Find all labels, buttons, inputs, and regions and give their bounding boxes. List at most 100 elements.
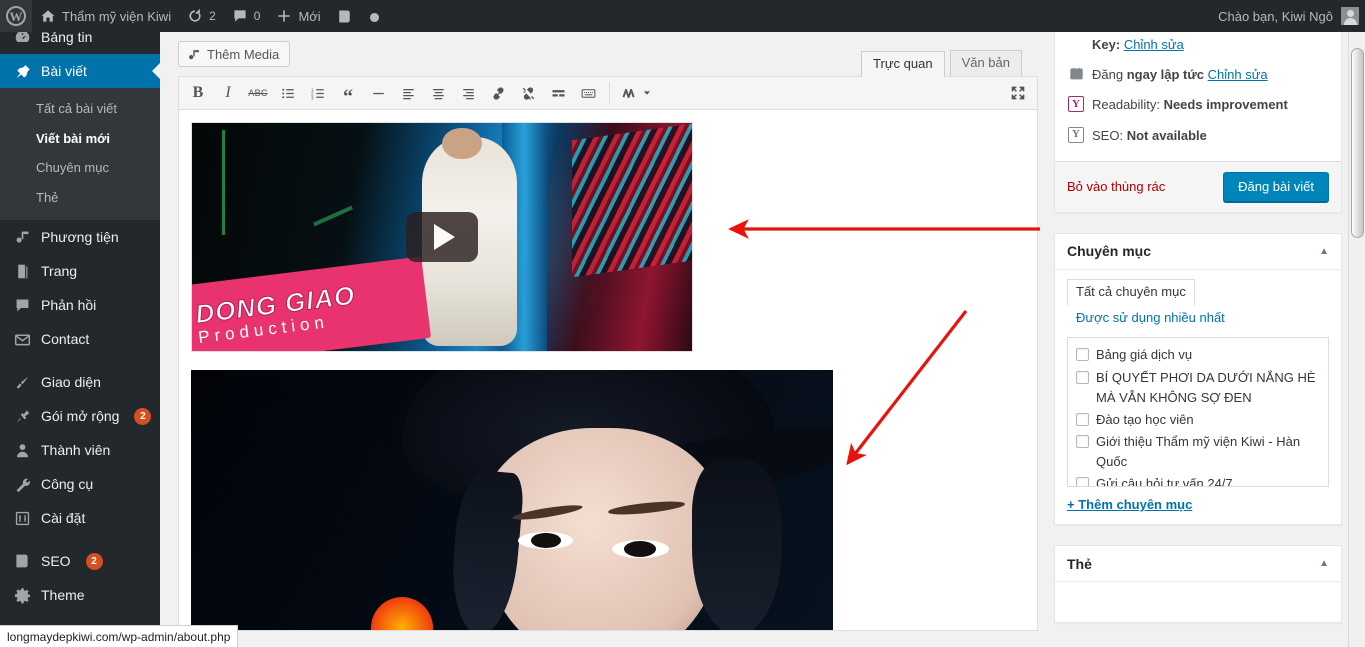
new-label: Mới <box>298 8 321 24</box>
checkbox-icon[interactable] <box>1076 370 1089 384</box>
editor-content-body[interactable]: DONG GIAO Production <box>179 110 1037 630</box>
chevron-up-icon[interactable]: ▲ <box>1319 558 1329 569</box>
checkbox-icon[interactable] <box>1076 348 1089 362</box>
sidebar-item-dashboard[interactable]: Bảng tin <box>0 32 160 54</box>
category-item[interactable]: Đào tạo học viên <box>1076 409 1320 431</box>
add-new-category-link[interactable]: + Thêm chuyên mục <box>1067 497 1192 512</box>
checkbox-icon[interactable] <box>1076 412 1089 426</box>
sidebar-item-pages[interactable]: Trang <box>0 254 160 288</box>
chevron-up-icon[interactable]: ▲ <box>1319 246 1329 257</box>
media-icon <box>12 229 32 246</box>
post-editor-column: Thêm Media Trực quan Văn bản B I ABC 1 2… <box>178 32 1038 631</box>
numbered-list-icon[interactable]: 123 <box>303 79 333 107</box>
sidebar-item-settings[interactable]: Cài đặt <box>0 501 160 535</box>
checkbox-icon[interactable] <box>1076 477 1089 487</box>
strikethrough-icon[interactable]: ABC <box>243 79 273 107</box>
page-scrollbar-thumb[interactable] <box>1351 48 1364 238</box>
publish-actions: Bỏ vào thùng rác Đăng bài viết <box>1055 160 1341 212</box>
link-icon[interactable] <box>483 79 513 107</box>
categories-box-header[interactable]: Chuyên mục ▲ <box>1055 234 1341 270</box>
sidebar-item-theme[interactable]: Theme <box>0 578 160 612</box>
add-media-button[interactable]: Thêm Media <box>178 41 291 67</box>
unlink-icon[interactable] <box>513 79 543 107</box>
sidebar-subitem-categories[interactable]: Chuyên mục <box>0 153 160 183</box>
editor-mode-tabs: Trực quan Văn bản <box>856 50 1022 77</box>
updates-menu[interactable]: 2 <box>179 0 224 32</box>
editor-wrapper: B I ABC 123 “ DONG GIAO Production <box>178 76 1038 631</box>
account-menu[interactable]: Chào bạn, Kiwi Ngô <box>1218 0 1365 32</box>
visibility-edit-link[interactable]: Chỉnh sửa <box>1124 37 1184 52</box>
play-button-icon[interactable] <box>406 212 478 262</box>
status-circle-menu[interactable] <box>360 0 389 32</box>
settings-sliders-icon <box>12 510 32 527</box>
video-watermark: DONG GIAO Production <box>192 256 432 351</box>
toolbar-toggle-icon[interactable] <box>616 79 656 107</box>
italic-icon[interactable]: I <box>213 79 243 107</box>
tab-most-used[interactable]: Được sử dụng nhiều nhất <box>1067 305 1234 332</box>
sidebar-item-contact[interactable]: Contact <box>0 322 160 356</box>
sidebar-subitem-all-posts[interactable]: Tất cả bài viết <box>0 94 160 124</box>
tab-visual[interactable]: Trực quan <box>861 51 945 77</box>
sidebar-subitem-tags[interactable]: Thẻ <box>0 183 160 213</box>
sidebar-item-users[interactable]: Thành viên <box>0 433 160 467</box>
sidebar-item-media[interactable]: Phương tiện <box>0 220 160 254</box>
sidebar-item-appearance[interactable]: Giao diện <box>0 365 160 399</box>
admin-sidebar-menu: Bảng tin Bài viết Tất cả bài viết Viết b… <box>0 32 160 647</box>
sidebar-item-seo[interactable]: SEO 2 <box>0 544 160 578</box>
site-name-menu[interactable]: Thẩm mỹ viện Kiwi <box>32 0 179 32</box>
category-item[interactable]: Giới thiệu Thẩm mỹ viện Kiwi - Hàn Quốc <box>1076 431 1320 473</box>
wordpress-logo-icon[interactable]: W <box>0 0 32 32</box>
tags-box-header[interactable]: Thẻ ▲ <box>1055 546 1341 583</box>
sidebar-item-comments[interactable]: Phản hồi <box>0 288 160 322</box>
new-content-menu[interactable]: Mới <box>268 0 328 32</box>
categories-checklist[interactable]: Bảng giá dịch vụ BÍ QUYẾT PHƠI DA DƯỚI N… <box>1067 337 1329 488</box>
category-item[interactable]: BÍ QUYẾT PHƠI DA DƯỚI NẮNG HÈ MÀ VẪN KHÔ… <box>1076 367 1320 409</box>
bold-icon[interactable]: B <box>183 79 213 107</box>
user-icon <box>12 442 32 459</box>
sidebar-item-tools[interactable]: Công cụ <box>0 467 160 501</box>
category-item[interactable]: Gửi câu hỏi tư vấn 24/7 <box>1076 473 1320 487</box>
calendar-icon <box>1067 65 1085 81</box>
editor-toolbar: B I ABC 123 “ <box>179 77 1037 110</box>
sidebar-item-label: Bài viết <box>41 63 87 79</box>
sidebar-subitem-new-post[interactable]: Viết bài mới <box>0 124 160 154</box>
yoast-icon: Y <box>1068 96 1084 113</box>
tab-all-categories[interactable]: Tất cả chuyên mục <box>1067 278 1195 306</box>
sidebar-item-posts[interactable]: Bài viết <box>0 54 160 88</box>
keyboard-icon[interactable] <box>573 79 603 107</box>
fullscreen-icon[interactable] <box>1003 79 1033 107</box>
align-left-icon[interactable] <box>393 79 423 107</box>
page-scrollbar[interactable] <box>1348 32 1365 647</box>
checkbox-icon[interactable] <box>1076 434 1089 448</box>
move-to-trash-link[interactable]: Bỏ vào thùng rác <box>1067 179 1165 194</box>
updates-icon <box>187 8 203 25</box>
tab-text[interactable]: Văn bản <box>949 50 1022 76</box>
blockquote-icon[interactable]: “ <box>333 79 363 107</box>
align-center-icon[interactable] <box>423 79 453 107</box>
category-item[interactable]: Bảng giá dịch vụ <box>1076 344 1320 366</box>
schedule-edit-link[interactable]: Chỉnh sửa <box>1208 67 1268 82</box>
bullet-list-icon[interactable] <box>273 79 303 107</box>
plugins-update-badge: 2 <box>134 407 152 425</box>
publish-button[interactable]: Đăng bài viết <box>1223 171 1329 202</box>
editor-header-row: Thêm Media Trực quan Văn bản <box>178 32 1038 77</box>
sidebar-item-label: Công cụ <box>41 476 94 492</box>
svg-text:3: 3 <box>311 95 314 100</box>
horizontal-rule-icon[interactable] <box>363 79 393 107</box>
sidebar-item-label: Trang <box>41 263 78 279</box>
readability-line: Y Readability: Needs improvement <box>1067 90 1329 120</box>
tags-box-body <box>1055 582 1341 622</box>
inline-post-image[interactable] <box>191 370 833 630</box>
categories-box: Chuyên mục ▲ Tất cả chuyên mục Được sử d… <box>1054 232 1342 526</box>
embedded-video-thumbnail[interactable]: DONG GIAO Production <box>191 122 693 352</box>
sidebar-item-plugins[interactable]: Gói mở rộng 2 <box>0 399 160 433</box>
greeting-label: Chào bạn, Kiwi Ngô <box>1218 8 1333 24</box>
comments-menu[interactable]: 0 <box>224 0 269 32</box>
wordpress-admin-screen: W Thẩm mỹ viện Kiwi 2 0 Mới Chào bạn, Ki… <box>0 0 1365 647</box>
read-more-icon[interactable] <box>543 79 573 107</box>
yoast-seo-menu[interactable] <box>329 0 360 32</box>
browser-status-bar: longmaydepkiwi.com/wp-admin/about.php <box>0 625 239 647</box>
pin-icon <box>12 63 32 80</box>
align-right-icon[interactable] <box>453 79 483 107</box>
comment-icon <box>12 297 32 314</box>
